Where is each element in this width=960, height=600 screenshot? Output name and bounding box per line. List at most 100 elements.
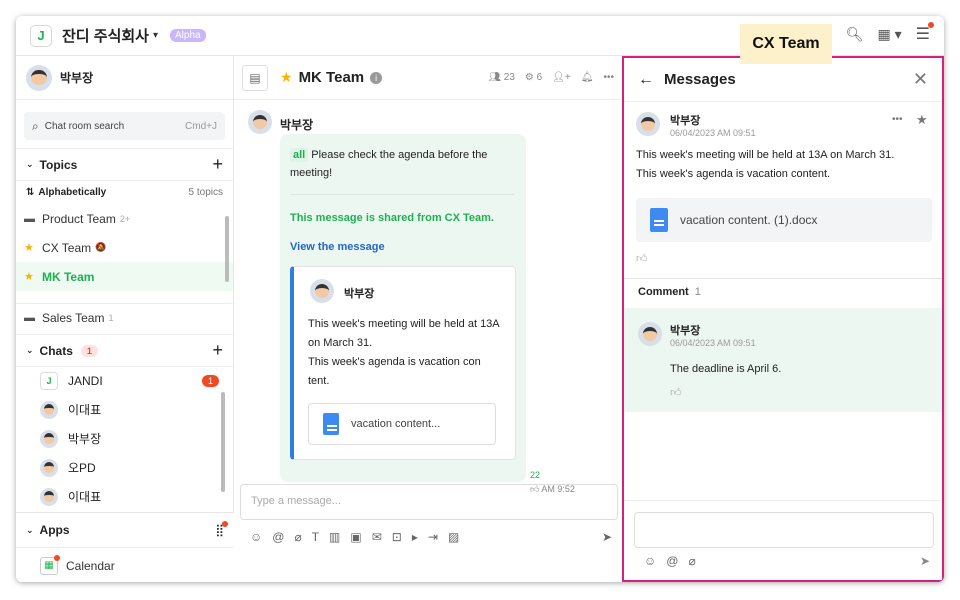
invite-icon[interactable]: 👤︎+ xyxy=(552,72,571,83)
composer-toolbar: ☺ @ ⌀ T ▥ ▣ ✉ ⊡ ▸ ⇥ ▨ ➤ xyxy=(240,530,618,544)
chat-label: JANDI xyxy=(68,374,103,388)
jandi-logo-icon[interactable]: J xyxy=(30,24,52,47)
close-icon[interactable]: ✕ xyxy=(913,69,928,90)
chat-item-ceo-2[interactable]: 이대표 xyxy=(16,482,233,511)
comment-count: 1 xyxy=(694,286,701,298)
chat-label: 오PD xyxy=(68,461,96,475)
document-icon xyxy=(323,413,339,435)
emoji-icon[interactable]: ☺ xyxy=(250,530,262,544)
video-icon[interactable]: ▸ xyxy=(412,530,418,544)
chevron-down-icon[interactable]: ⌄ xyxy=(26,345,34,356)
calendar-icon[interactable]: ▣ xyxy=(350,530,361,544)
channel-title: MK Team xyxy=(298,69,365,86)
panel-author[interactable]: 박부장 xyxy=(670,112,700,128)
chat-room-search[interactable]: ⌕ Chat room search Cmd+J xyxy=(24,112,225,140)
avatar[interactable] xyxy=(638,322,662,346)
comment-author[interactable]: 박부장 xyxy=(670,322,700,338)
avatar[interactable] xyxy=(636,112,660,136)
quote-author: 박부장 xyxy=(344,288,375,300)
message-author[interactable]: 박부장 xyxy=(280,116,313,133)
chevron-down-icon[interactable]: ⌄ xyxy=(26,159,34,170)
panel-attachment[interactable]: vacation content. (1).docx xyxy=(636,198,932,242)
view-message-link[interactable]: View the message xyxy=(290,241,385,253)
comment-item[interactable]: 박부장 06/04/2023 AM 09:51 The deadline is … xyxy=(624,308,942,412)
attach-icon[interactable]: ⌀ xyxy=(294,530,301,544)
topics-scrollbar[interactable] xyxy=(225,216,229,282)
apps-label: Apps xyxy=(39,523,70,537)
menu-icon[interactable]: ☰ xyxy=(916,22,934,44)
star-icon: ★ xyxy=(24,242,34,254)
avatar[interactable] xyxy=(26,64,52,91)
apps-section: ⌄ Apps ⣿ ▦ Calendar xyxy=(16,512,234,582)
topic-meta: 1 xyxy=(108,313,114,323)
comment-toolbar: ☺ @ ⌀ ➤ xyxy=(634,554,934,568)
topics-header[interactable]: ⌄ Topics + xyxy=(16,148,233,180)
topic-item-sales-team[interactable]: ▬ Sales Team 1 xyxy=(16,303,233,332)
avatar[interactable] xyxy=(248,110,272,134)
sort-label[interactable]: Alphabetically xyxy=(38,187,106,198)
grid-icon[interactable]: ▦ ▾ xyxy=(878,26,902,43)
chats-unread-badge: 1 xyxy=(80,344,98,357)
topic-item-product-team[interactable]: ▬ Product Team 2+ xyxy=(16,204,233,233)
chevron-down-icon[interactable]: ⌄ xyxy=(26,525,34,536)
notification-icon[interactable]: 🔔︎ xyxy=(581,72,594,83)
panel-toggle-icon[interactable]: ▤ xyxy=(242,64,268,91)
more-icon[interactable]: ••• xyxy=(603,72,614,83)
quote-line-2: This week's agenda is vacation con tent. xyxy=(308,356,481,387)
screenshot-icon[interactable]: ⊡ xyxy=(392,530,402,544)
apps-grid-icon[interactable]: ⣿ xyxy=(215,521,228,537)
chat-label: 이대표 xyxy=(68,490,102,504)
chat-main: ▤ ★ MK Team i 👥︎ 23 ⚙ 6 👤︎+ 🔔︎ ••• 박부장 a… xyxy=(234,56,622,582)
chat-item-jandi[interactable]: J JANDI 1 xyxy=(16,366,233,395)
members-icon[interactable]: 👥︎ 23 xyxy=(488,72,515,83)
quote-line-1: This week's meeting will be held at 13A … xyxy=(308,318,500,349)
info-icon[interactable]: i xyxy=(370,71,383,84)
connections-icon[interactable]: ⚙ 6 xyxy=(525,72,542,83)
add-chat-button[interactable]: + xyxy=(212,340,223,361)
topic-item-cx-team[interactable]: ★ CX Team 🔕 xyxy=(16,233,233,262)
shared-team[interactable]: CX Team. xyxy=(445,212,494,224)
chat-item-ceo[interactable]: 이대표 xyxy=(16,395,233,424)
star-icon: ★ xyxy=(24,271,34,283)
topics-sort-row[interactable]: ⇅ Alphabetically 5 topics xyxy=(16,180,233,204)
search-icon[interactable]: 🔍︎ xyxy=(846,26,864,43)
message-input[interactable]: Type a message... xyxy=(240,484,618,520)
chats-header[interactable]: ⌄ Chats 1 + xyxy=(16,334,233,366)
attachment-card[interactable]: vacation content... xyxy=(308,403,496,445)
profile-row[interactable]: 박부장 xyxy=(16,56,233,100)
mention-tag[interactable]: all xyxy=(290,148,309,162)
send-icon[interactable]: ➤ xyxy=(602,530,612,544)
app-item-calendar[interactable]: ▦ Calendar xyxy=(16,547,234,582)
topic-item-mk-team[interactable]: ★ MK Team xyxy=(16,262,233,291)
company-name[interactable]: 잔디 주식회사 xyxy=(62,25,149,46)
emoji-icon[interactable]: ☺ xyxy=(644,554,656,568)
unread-count: 22 xyxy=(530,470,541,480)
message-bubble[interactable]: all Please check the agenda before the m… xyxy=(280,134,526,482)
chevron-down-icon[interactable]: ▾ xyxy=(153,30,158,41)
quoted-message[interactable]: 박부장 This week's meeting will be held at … xyxy=(290,266,516,460)
command-icon[interactable]: ▨ xyxy=(448,530,459,544)
comment-input[interactable] xyxy=(634,512,934,548)
mention-icon[interactable]: @ xyxy=(272,530,284,544)
add-topic-button[interactable]: + xyxy=(212,154,223,175)
panel-title: Messages xyxy=(664,71,736,88)
star-icon[interactable]: ★ xyxy=(916,112,928,128)
more-icon[interactable]: ••• xyxy=(892,114,903,125)
email-icon[interactable]: ✉ xyxy=(372,530,382,544)
back-arrow-icon[interactable]: ← xyxy=(638,71,654,89)
attach-icon[interactable]: ⌀ xyxy=(688,554,695,568)
like-icon[interactable]: 👍︎ xyxy=(670,386,682,399)
like-icon[interactable]: 👍︎ xyxy=(636,252,648,265)
shared-notice: This message is shared from CX Team. xyxy=(290,212,494,224)
mention-icon[interactable]: @ xyxy=(666,554,678,568)
chats-scrollbar[interactable] xyxy=(221,392,225,492)
mute-icon: 🔕 xyxy=(95,242,107,252)
poll-icon[interactable]: ▥ xyxy=(329,530,340,544)
apps-header[interactable]: ⌄ Apps ⣿ xyxy=(16,513,234,547)
chat-item-manager[interactable]: 박부장 xyxy=(16,424,233,453)
integration-icon[interactable]: ⇥ xyxy=(428,530,438,544)
send-icon[interactable]: ➤ xyxy=(920,554,930,568)
chat-item-pd[interactable]: 오PD xyxy=(16,453,233,482)
star-icon[interactable]: ★ xyxy=(280,69,293,86)
text-format-icon[interactable]: T xyxy=(312,530,319,544)
